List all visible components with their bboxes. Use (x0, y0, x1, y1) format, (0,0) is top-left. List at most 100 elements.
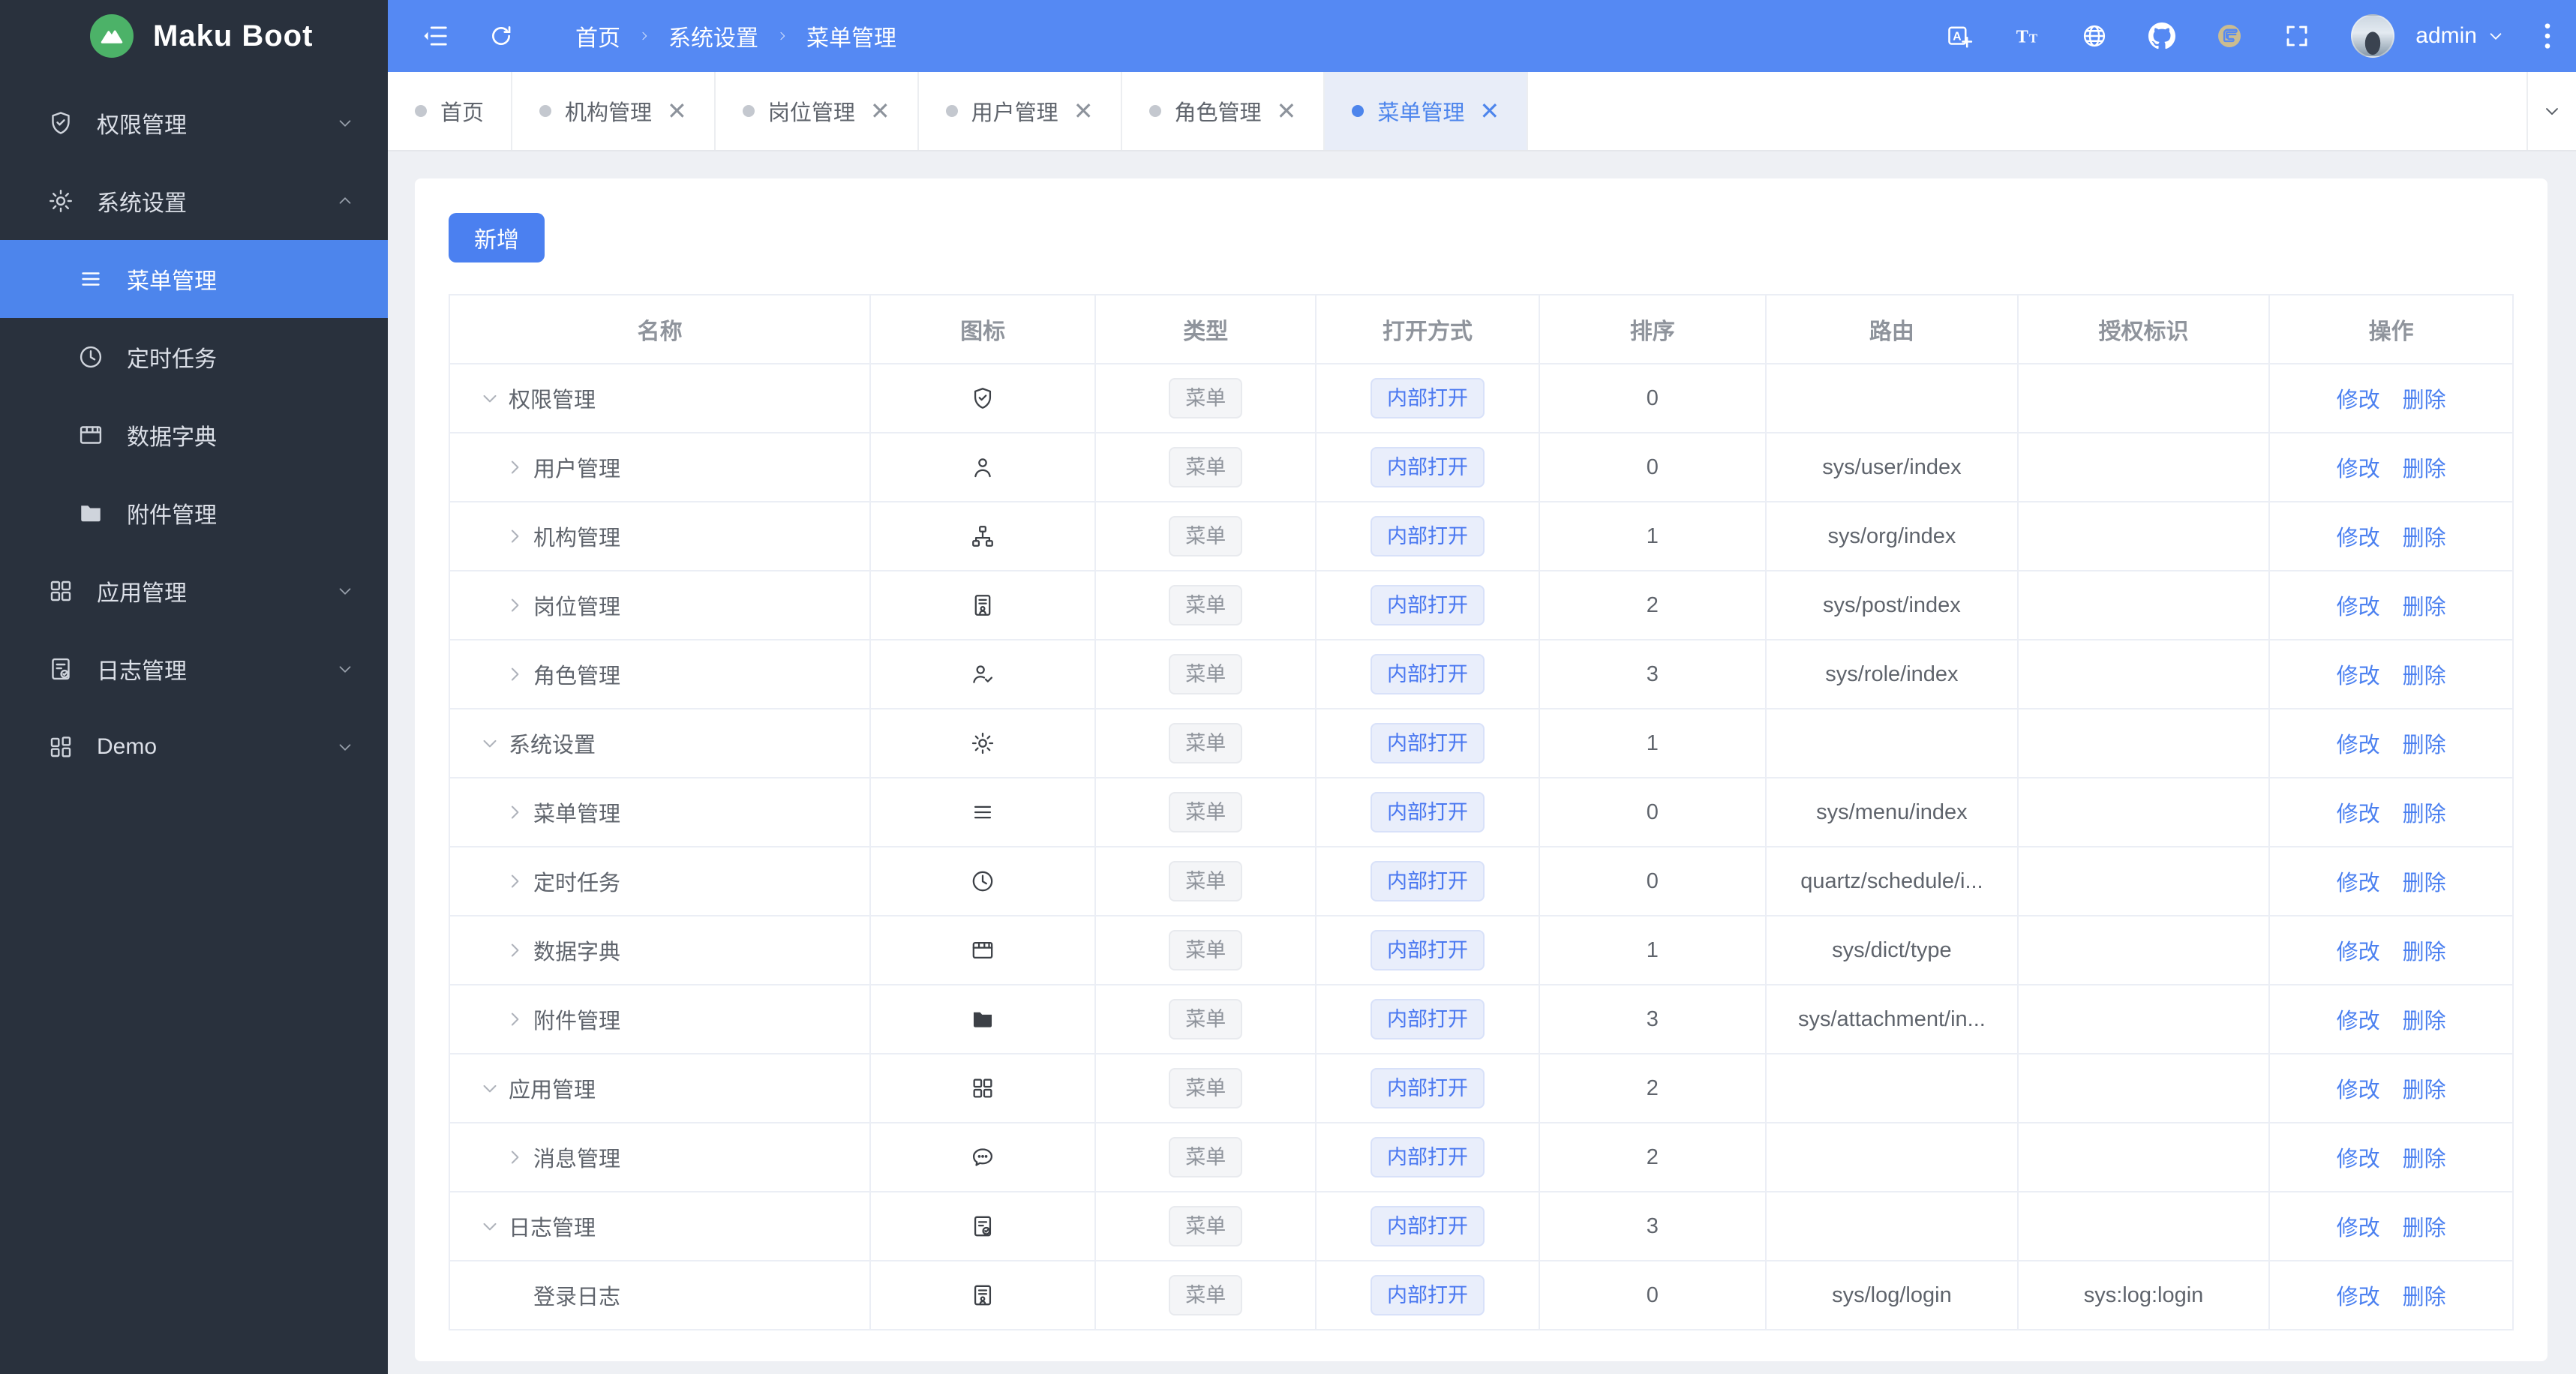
edit-link[interactable]: 修改 (2337, 388, 2380, 412)
tab-close-icon[interactable]: ✕ (667, 99, 687, 123)
sidebar-item-menu[interactable]: 菜单管理 (0, 240, 388, 318)
edit-link[interactable]: 修改 (2337, 802, 2380, 826)
delete-link[interactable]: 删除 (2403, 1148, 2446, 1172)
cell-open-mode: 内部打开 (1315, 984, 1540, 1054)
expand-arrow-icon[interactable] (503, 1146, 526, 1168)
expand-arrow-icon[interactable] (503, 525, 526, 548)
user-menu[interactable]: admin (2415, 23, 2504, 49)
collapse-arrow-icon[interactable] (479, 1077, 501, 1100)
edit-link[interactable]: 修改 (2337, 1286, 2380, 1310)
cell-name: 数据字典 (448, 915, 872, 986)
sidebar-item-app-grid[interactable]: 应用管理 (0, 552, 388, 630)
kebab-menu-icon[interactable] (2540, 21, 2555, 51)
edit-link[interactable]: 修改 (2337, 734, 2380, 758)
delete-link[interactable]: 删除 (2403, 1010, 2446, 1034)
collapse-arrow-icon[interactable] (479, 1215, 501, 1238)
delete-link[interactable]: 删除 (2403, 1286, 2446, 1310)
breadcrumb-item[interactable]: 首页 (575, 20, 620, 52)
tab-close-icon[interactable]: ✕ (1479, 99, 1500, 123)
sidebar-item-dict-table[interactable]: 数据字典 (0, 396, 388, 474)
sidebar-item-clock[interactable]: 定时任务 (0, 318, 388, 396)
app-root: Maku Boot 权限管理 系统设置 菜单管理 定时任务 数据字典 附件管理 应用管理 日志… (0, 0, 2576, 1374)
expand-arrow-icon[interactable] (503, 594, 526, 616)
add-button[interactable]: 新增 (449, 213, 545, 262)
expand-arrow-icon[interactable] (503, 801, 526, 824)
edit-link[interactable]: 修改 (2337, 458, 2380, 482)
table-row: 权限管理 菜单 内部打开 0 修改 删除 (448, 363, 2514, 434)
tab-用户管理[interactable]: 用户管理 ✕ (919, 72, 1122, 150)
cell-sort: 1 (1538, 501, 1767, 572)
delete-link[interactable]: 删除 (2403, 664, 2446, 688)
shield-check-icon (970, 386, 995, 411)
font-size-icon[interactable]: TT (2013, 22, 2040, 50)
sidebar-item-label: 应用管理 (97, 581, 187, 606)
delete-link[interactable]: 删除 (2403, 526, 2446, 550)
delete-link[interactable]: 删除 (2403, 388, 2446, 412)
collapse-arrow-icon[interactable] (479, 387, 501, 410)
chevron-down-icon (335, 113, 355, 133)
sidebar-item-demo-grid[interactable]: Demo (0, 708, 388, 786)
expand-arrow-icon[interactable] (503, 456, 526, 478)
sidebar-item-folder[interactable]: 附件管理 (0, 474, 388, 552)
edit-link[interactable]: 修改 (2337, 940, 2380, 964)
edit-link[interactable]: 修改 (2337, 1216, 2380, 1240)
tab-角色管理[interactable]: 角色管理 ✕ (1122, 72, 1326, 150)
user-avatar[interactable] (2351, 14, 2395, 58)
edit-link[interactable]: 修改 (2337, 664, 2380, 688)
expand-arrow-icon[interactable] (503, 939, 526, 962)
cell-auth (2016, 777, 2271, 848)
type-tag: 菜单 (1169, 1275, 1243, 1316)
cell-type: 菜单 (1094, 846, 1317, 916)
sidebar-menu: 权限管理 系统设置 菜单管理 定时任务 数据字典 附件管理应用管理日志管理 Demo (0, 72, 388, 786)
menu-name: 岗位管理 (533, 596, 621, 620)
edit-link[interactable]: 修改 (2337, 596, 2380, 620)
cell-open-mode: 内部打开 (1315, 1053, 1540, 1124)
tab-岗位管理[interactable]: 岗位管理 ✕ (716, 72, 919, 150)
tab-close-icon[interactable]: ✕ (870, 99, 890, 123)
fullscreen-icon[interactable] (2283, 22, 2310, 50)
table-body: 权限管理 菜单 内部打开 0 修改 删除 用户管理 菜单 内部打开 0 sys/user/index… (448, 363, 2514, 1330)
tab-label: 角色管理 (1174, 101, 1262, 125)
delete-link[interactable]: 删除 (2403, 458, 2446, 482)
delete-link[interactable]: 删除 (2403, 1078, 2446, 1102)
delete-link[interactable]: 删除 (2403, 734, 2446, 758)
tab-机构管理[interactable]: 机构管理 ✕ (512, 72, 716, 150)
delete-link[interactable]: 删除 (2403, 596, 2446, 620)
expand-arrow-icon[interactable] (503, 1008, 526, 1030)
cell-icon (869, 639, 1097, 710)
refresh-icon[interactable] (488, 23, 514, 49)
tab-list-dropdown-icon[interactable] (2526, 72, 2576, 150)
cell-auth (2016, 708, 2271, 778)
edit-link[interactable]: 修改 (2337, 872, 2380, 896)
github-icon[interactable] (2148, 22, 2176, 50)
edit-link[interactable]: 修改 (2337, 1148, 2380, 1172)
sidebar-item-gear[interactable]: 系统设置 (0, 162, 388, 240)
column-header: 名称 (448, 294, 872, 364)
edit-link[interactable]: 修改 (2337, 526, 2380, 550)
translate-icon[interactable]: A (1946, 22, 1973, 50)
expand-arrow-icon[interactable] (503, 663, 526, 686)
delete-link[interactable]: 删除 (2403, 940, 2446, 964)
delete-link[interactable]: 删除 (2403, 802, 2446, 826)
globe-icon[interactable] (2081, 22, 2108, 50)
gitee-icon[interactable] (2216, 22, 2243, 50)
demo-grid-icon (47, 734, 74, 760)
breadcrumb-item[interactable]: 菜单管理 (806, 20, 896, 52)
delete-link[interactable]: 删除 (2403, 872, 2446, 896)
collapse-arrow-icon[interactable] (479, 732, 501, 754)
delete-link[interactable]: 删除 (2403, 1216, 2446, 1240)
tab-菜单管理[interactable]: 菜单管理 ✕ (1325, 72, 1529, 150)
tab-close-icon[interactable]: ✕ (1277, 99, 1297, 123)
tab-首页[interactable]: 首页 (388, 72, 513, 150)
cell-sort: 2 (1538, 570, 1767, 640)
edit-link[interactable]: 修改 (2337, 1078, 2380, 1102)
tab-close-icon[interactable]: ✕ (1073, 99, 1094, 123)
sidebar-item-log-doc[interactable]: 日志管理 (0, 630, 388, 708)
edit-link[interactable]: 修改 (2337, 1010, 2380, 1034)
sidebar-item-shield-check[interactable]: 权限管理 (0, 84, 388, 162)
cell-actions: 修改 删除 (2268, 1191, 2514, 1262)
menu-fold-icon[interactable] (421, 22, 449, 50)
tree-node: 菜单管理 (458, 796, 862, 828)
expand-arrow-icon[interactable] (503, 870, 526, 892)
breadcrumb-item[interactable]: 系统设置 (668, 20, 758, 52)
